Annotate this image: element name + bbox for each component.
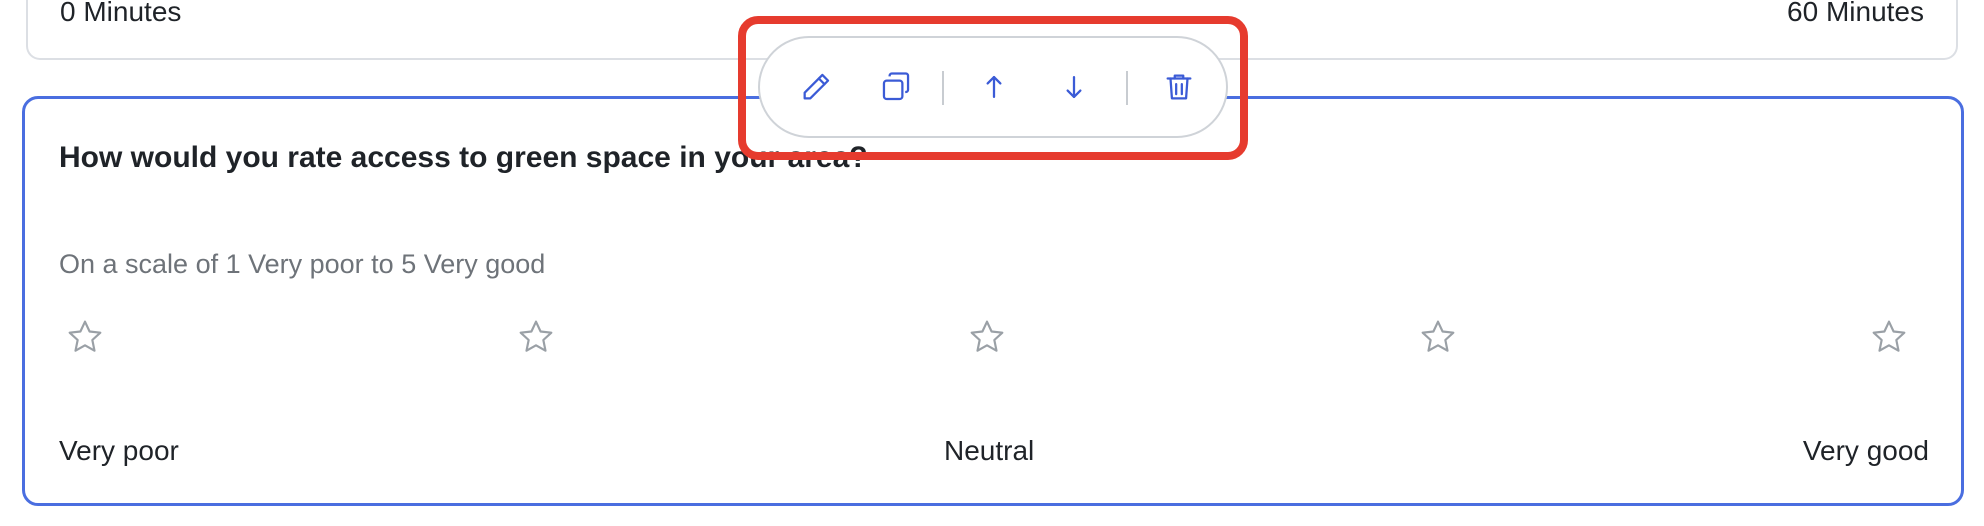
move-up-button[interactable]	[970, 63, 1018, 111]
pencil-icon	[803, 73, 830, 100]
survey-editor: 0 Minutes 60 Minutes How would you rate …	[0, 0, 1984, 526]
star-outline-icon	[1872, 320, 1906, 352]
arrow-up-icon	[986, 75, 1002, 99]
copy-icon	[882, 72, 910, 101]
arrow-down-icon	[1066, 75, 1082, 99]
question-helper-text: On a scale of 1 Very poor to 5 Very good	[59, 249, 546, 279]
question-action-toolbar	[758, 36, 1228, 138]
star-outline-icon	[68, 320, 102, 352]
delete-button[interactable]	[1155, 63, 1203, 111]
rating-star-2[interactable]	[512, 313, 560, 361]
rating-star-1[interactable]	[61, 313, 109, 361]
scale-label-high: Very good	[1802, 435, 1929, 466]
toolbar-divider	[942, 71, 944, 105]
move-down-button[interactable]	[1050, 63, 1098, 111]
scale-label-low: Very poor	[59, 435, 179, 466]
star-outline-icon	[970, 320, 1004, 352]
toolbar-divider	[1126, 71, 1128, 105]
edit-button[interactable]	[792, 63, 840, 111]
star-outline-icon	[519, 320, 553, 352]
star-outline-icon	[1421, 320, 1455, 352]
rating-question-card[interactable]: How would you rate access to green space…	[22, 96, 1964, 506]
rating-star-5[interactable]	[1865, 313, 1913, 361]
question-title: How would you rate access to green space…	[59, 141, 868, 174]
slider-min-label: 0 Minutes	[60, 0, 182, 27]
rating-star-3[interactable]	[963, 313, 1011, 361]
scale-label-mid: Neutral	[944, 435, 1035, 466]
duplicate-button[interactable]	[872, 63, 920, 111]
rating-star-4[interactable]	[1414, 313, 1462, 361]
trash-icon	[1166, 74, 1192, 100]
slider-max-label: 60 Minutes	[1787, 0, 1924, 27]
